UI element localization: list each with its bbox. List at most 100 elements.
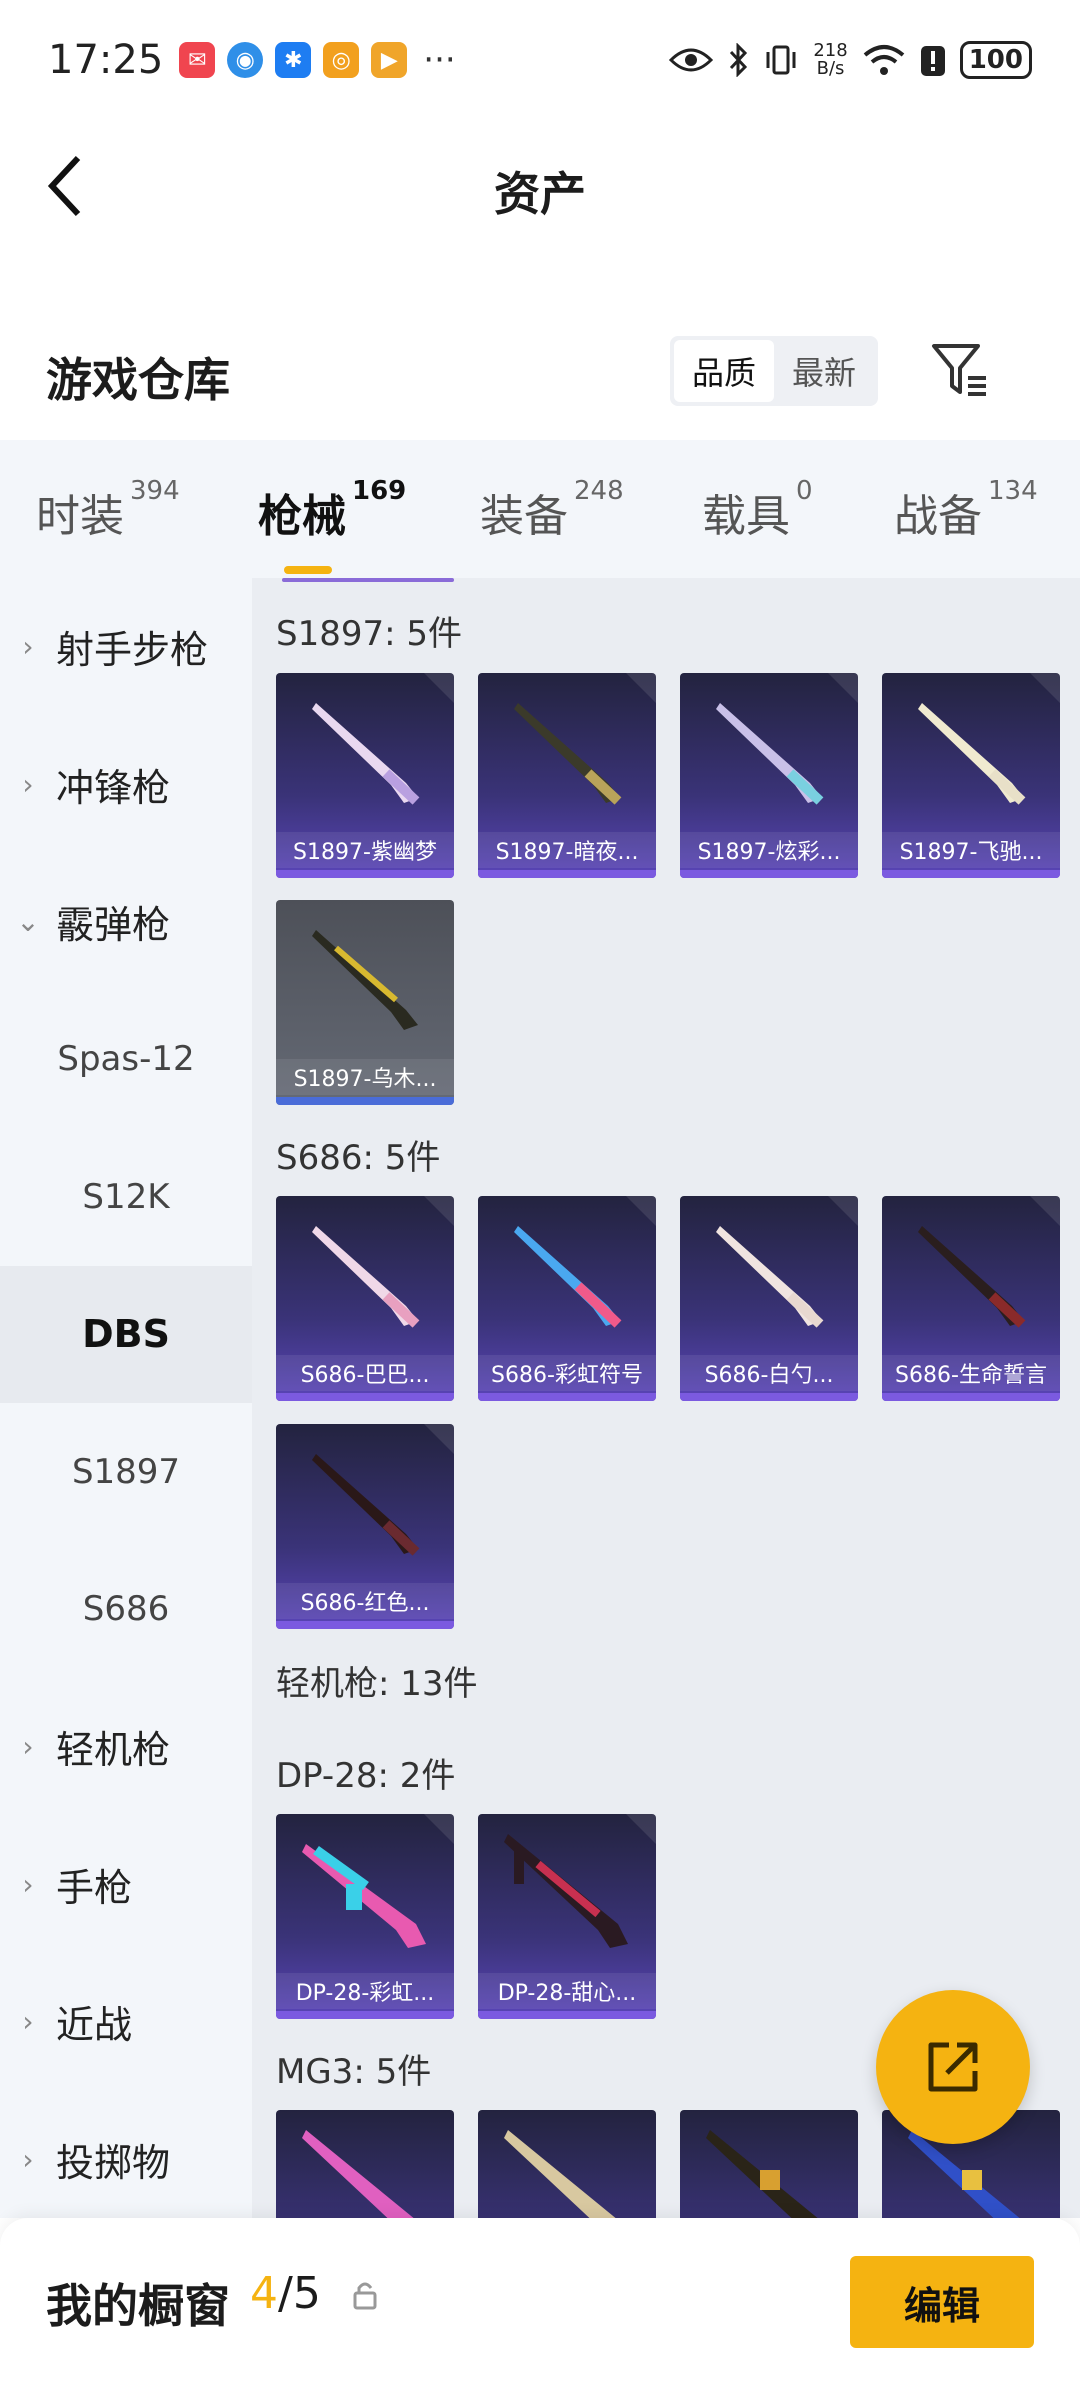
sidebar-item-shotgun[interactable]: ⌄ 霰弹枪 [0, 853, 252, 991]
group-title-mg3: MG3: 5件 [276, 2052, 432, 2092]
weapon-card[interactable]: S1897-乌木... [276, 900, 454, 1105]
weapon-card[interactable]: DP-28-甜心... [478, 1814, 656, 2019]
weapon-card[interactable]: S686-彩虹符号 [478, 1196, 656, 1401]
weapon-card[interactable]: S1897-紫幽梦 [276, 673, 454, 878]
status-time: 17:25 [48, 37, 164, 83]
machine-gun-icon [302, 1844, 426, 1948]
tab-label: 枪械 [258, 491, 346, 542]
tab-count: 248 [574, 476, 624, 506]
weapon-card[interactable]: S686-巴巴... [276, 1196, 454, 1401]
sidebar-item-smg[interactable]: › 冲锋枪 [0, 716, 252, 854]
sidebar-item-label: 近战 [56, 2003, 133, 2048]
weapon-name: S1897-乌木... [276, 1059, 454, 1095]
chevron-right-icon: › [22, 1867, 34, 1901]
weapon-category-sidebar: › 射手步枪 › 冲锋枪 ⌄ 霰弹枪 Spas-12 S12K DBS S1897 S… [0, 578, 252, 2218]
weapon-name: S686-彩虹符号 [478, 1355, 656, 1391]
eye-icon [669, 48, 714, 72]
weapon-name: S686-红色... [276, 1583, 454, 1619]
weapon-card[interactable] [478, 2110, 656, 2218]
weapon-card[interactable]: S1897-暗夜... [478, 673, 656, 878]
tab-count: 169 [352, 476, 407, 506]
sidebar-item-pistol[interactable]: › 手枪 [0, 1816, 252, 1954]
tab-label: 装备 [480, 491, 568, 542]
weapon-card[interactable]: S686-红色... [276, 1424, 454, 1629]
weapon-card[interactable]: S686-白勺... [680, 1196, 858, 1401]
sidebar-item-marksman-rifle[interactable]: › 射手步枪 [0, 578, 252, 716]
sort-option-quality[interactable]: 品质 [674, 340, 775, 402]
more-notifications-icon: ··· [423, 40, 456, 80]
sidebar-item-melee[interactable]: › 近战 [0, 1953, 252, 2091]
chevron-right-icon: › [22, 630, 34, 664]
weapon-name: S686-白勺... [680, 1355, 858, 1391]
weapon-name: S686-巴巴... [276, 1355, 454, 1391]
mail-app-icon: ✉ [179, 42, 216, 78]
weapon-card[interactable] [680, 2110, 858, 2218]
tab-vehicles[interactable]: 载具 0 [702, 476, 813, 544]
machine-gun-icon [706, 2130, 818, 2218]
weapon-card[interactable]: S686-生命誓言 [882, 1196, 1060, 1401]
sidebar-item-label: 手枪 [56, 1865, 133, 1910]
alert-icon [920, 46, 945, 76]
rarity-bar [276, 1621, 454, 1629]
rarity-bar [680, 870, 858, 878]
chevron-right-icon: › [22, 1730, 34, 1764]
camera-app-icon: ◎ [323, 42, 360, 78]
sidebar-item-label: 冲锋枪 [56, 765, 171, 810]
shotgun-icon [312, 1454, 420, 1556]
tab-count: 0 [796, 476, 813, 506]
video-app-icon: ▶ [371, 42, 408, 78]
shotgun-icon [312, 1226, 420, 1328]
weapon-name: DP-28-甜心... [478, 1973, 656, 2009]
filter-icon [932, 344, 986, 396]
sidebar-item-lmg[interactable]: › 轻机枪 [0, 1678, 252, 1816]
sidebar-subitem-s12k[interactable]: S12K [0, 1128, 252, 1266]
rarity-bar [276, 2011, 454, 2019]
showcase-title: 我的橱窗 [46, 2279, 230, 2333]
app-header: 资产 [0, 120, 1080, 250]
shotgun-icon [514, 703, 622, 805]
sidebar-item-label: 霰弹枪 [56, 903, 171, 948]
tab-fashion[interactable]: 时装 394 [36, 476, 180, 544]
share-icon [928, 2042, 978, 2092]
sidebar-subitem-spas12[interactable]: Spas-12 [0, 991, 252, 1129]
status-right: 218 B/s 100 [669, 41, 1032, 79]
showcase-count-current: 4 [250, 2268, 278, 2319]
weapon-name: S1897-炫彩... [680, 832, 858, 868]
page-title: 资产 [494, 167, 586, 221]
weapon-name: DP-28-彩虹... [276, 1973, 454, 2009]
weapon-name: S1897-飞驰... [882, 832, 1060, 868]
weapon-card[interactable]: S1897-飞驰... [882, 673, 1060, 878]
sort-option-newest[interactable]: 最新 [774, 340, 874, 402]
sidebar-subitem-dbs[interactable]: DBS [0, 1265, 252, 1403]
group-title-lmg: 轻机枪: 13件 [276, 1664, 478, 1704]
sidebar-subitem-s1897[interactable]: S1897 [0, 1403, 252, 1541]
weapon-card[interactable]: DP-28-彩虹... [276, 1814, 454, 2019]
sidebar-item-throwable[interactable]: › 投掷物 [0, 2091, 252, 2229]
sidebar-subitem-s686[interactable]: S686 [0, 1541, 252, 1679]
shotgun-icon [312, 703, 420, 805]
chevron-right-icon: › [22, 2005, 34, 2039]
share-button[interactable] [876, 1990, 1030, 2144]
shotgun-icon [716, 1226, 824, 1328]
machine-gun-icon [504, 2130, 616, 2218]
tab-active-indicator [284, 566, 333, 574]
rarity-bar [478, 870, 656, 878]
tab-equipment[interactable]: 装备 248 [480, 476, 624, 544]
rarity-bar [276, 1393, 454, 1401]
weapon-card[interactable]: S1897-炫彩... [680, 673, 858, 878]
tab-label: 战备 [894, 491, 982, 542]
showcase-count-total: 5 [292, 2268, 321, 2319]
tab-supplies[interactable]: 战备 134 [894, 476, 1038, 544]
shotgun-icon [514, 1226, 622, 1328]
tab-guns[interactable]: 枪械 169 [258, 476, 406, 574]
edit-button[interactable]: 编辑 [850, 2256, 1034, 2348]
wifi-icon [863, 45, 905, 75]
shotgun-icon [918, 1226, 1026, 1328]
rarity-bar [478, 1393, 656, 1401]
sidebar-item-label: 轻机枪 [56, 1728, 171, 1773]
bluetooth-app-icon: ✱ [275, 42, 312, 78]
speed-unit: B/s [816, 58, 845, 79]
chevron-right-icon: › [22, 2142, 34, 2176]
filter-button[interactable] [928, 338, 992, 402]
weapon-card[interactable] [276, 2110, 454, 2218]
